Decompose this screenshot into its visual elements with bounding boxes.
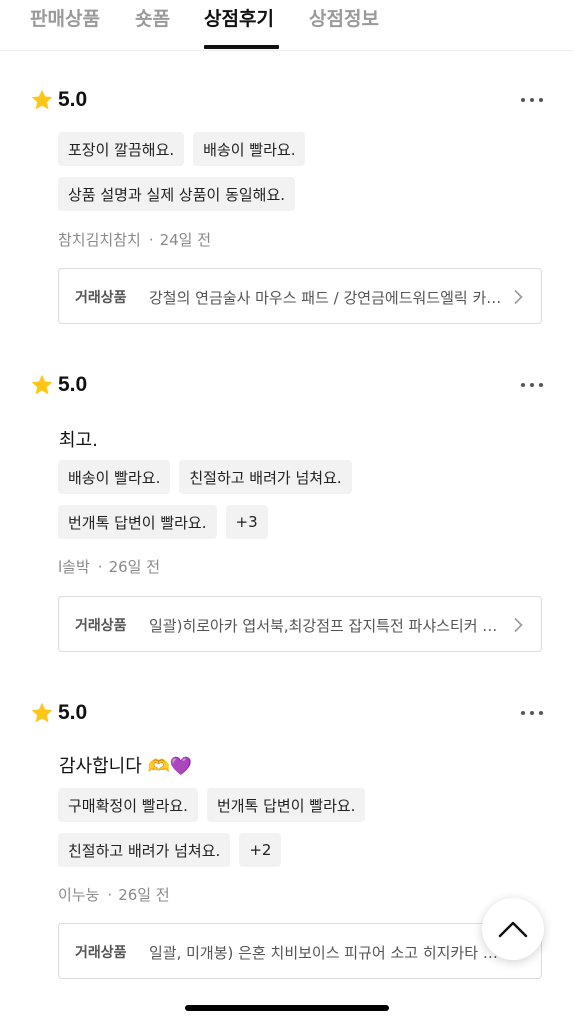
review-tag: 배송이 빨라요.: [193, 132, 306, 166]
review-time: 26일 전: [108, 558, 161, 576]
more-tags-count[interactable]: +3: [225, 505, 268, 539]
product-label: 거래상품: [75, 618, 127, 634]
more-tags-count[interactable]: +2: [239, 833, 282, 867]
chevron-up-icon: [498, 921, 528, 938]
more-dots-icon[interactable]: [521, 85, 543, 115]
product-title: 강철의 연금술사 마우스 패드 / 강연금에드워드엘릭 카드케이스: [149, 289, 509, 307]
product-label: 거래상품: [75, 945, 127, 961]
rating: 5.0: [30, 698, 87, 728]
star-icon: [31, 374, 53, 395]
more-dots-icon[interactable]: [521, 370, 543, 400]
more-dots-icon[interactable]: [521, 698, 543, 728]
active-tab-indicator: [204, 45, 279, 49]
review-meta: 참치김치참치 · 24일 전: [58, 231, 212, 249]
product-title: 일괄, 미개봉) 은혼 치비보이스 피규어 소고 히지카타 긴토키: [149, 944, 509, 962]
traded-product-link[interactable]: 거래상품 강철의 연금술사 마우스 패드 / 강연금에드워드엘릭 카드케이스: [58, 268, 542, 324]
review-tag: 번개톡 답변이 빨라요.: [206, 788, 366, 822]
tab-shortform[interactable]: 숏폼: [135, 4, 170, 31]
chevron-right-icon: [514, 289, 523, 305]
tag-row: 친절하고 배려가 넘쳐요. +2: [58, 833, 282, 867]
tag-row: 포장이 깔끔해요. 배송이 빨라요.: [58, 132, 306, 166]
reviewer-name[interactable]: 참치김치참치: [58, 231, 141, 249]
review-comment: 최고.: [59, 430, 98, 451]
tag-row: 상품 설명과 실제 상품이 동일해요.: [58, 177, 296, 211]
rating-score: 5.0: [58, 701, 88, 724]
tab-products[interactable]: 판매상품: [30, 4, 100, 31]
rating: 5.0: [30, 85, 87, 115]
reviewer-name[interactable]: l솔박: [58, 558, 90, 576]
traded-product-link[interactable]: 거래상품 일괄)히로아카 엽서북,최강점프 잡지특전 파샤스티커 세트: [58, 596, 542, 652]
product-title: 일괄)히로아카 엽서북,최강점프 잡지특전 파샤스티커 세트: [149, 617, 509, 635]
scroll-to-top-button[interactable]: [482, 898, 544, 960]
rating: 5.0: [30, 370, 87, 400]
star-icon: [31, 89, 53, 110]
rating-score: 5.0: [58, 373, 88, 396]
tab-reviews[interactable]: 상점후기: [204, 4, 274, 31]
product-label: 거래상품: [75, 290, 127, 306]
tab-store-info[interactable]: 상점정보: [309, 4, 379, 31]
home-indicator: [185, 1005, 389, 1011]
tag-row: 배송이 빨라요. 친절하고 배려가 넘쳐요.: [58, 460, 352, 494]
rating-score: 5.0: [58, 88, 88, 111]
star-icon: [31, 702, 53, 723]
review-time: 26일 전: [118, 886, 170, 904]
tag-row: 구매확정이 빨라요. 번개톡 답변이 빨라요.: [58, 788, 366, 822]
traded-product-link[interactable]: 거래상품 일괄, 미개봉) 은혼 치비보이스 피규어 소고 히지카타 긴토키: [58, 923, 542, 979]
review-tag: 친절하고 배려가 넘쳐요.: [58, 833, 231, 867]
review-time: 24일 전: [159, 231, 212, 249]
chevron-right-icon: [514, 617, 523, 633]
tag-row: 번개톡 답변이 빨라요. +3: [58, 505, 268, 539]
review-comment: 감사합니다 🫶💜: [59, 756, 193, 777]
review-tag: 배송이 빨라요.: [58, 460, 171, 494]
store-tab-bar: 판매상품 숏폼 상점후기 상점정보: [0, 0, 573, 51]
review-tag: 구매확정이 빨라요.: [58, 788, 198, 822]
reviewer-name[interactable]: 이누눙: [58, 886, 99, 904]
review-tag: 포장이 깔끔해요.: [58, 132, 185, 166]
review-tag: 번개톡 답변이 빨라요.: [58, 505, 217, 539]
review-tag: 상품 설명과 실제 상품이 동일해요.: [58, 177, 296, 211]
review-meta: l솔박 · 26일 전: [58, 558, 161, 576]
review-tag: 친절하고 배려가 넘쳐요.: [179, 460, 352, 494]
review-meta: 이누눙 · 26일 전: [58, 886, 170, 904]
